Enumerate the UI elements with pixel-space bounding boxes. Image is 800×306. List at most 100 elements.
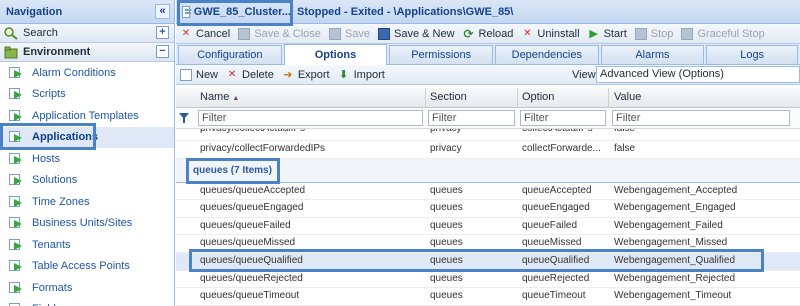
table-row[interactable]: queues/queueFailed queues queueFailed Weben… (176, 218, 800, 236)
table-row[interactable]: queues/queueMissed queues queueMissed Weben… (176, 235, 800, 253)
name-cell: queues/queueQualified (200, 254, 303, 266)
sidebar-item-fields[interactable]: Fields (0, 299, 174, 306)
name-cell: privacy/collectForwardedIPs (200, 143, 326, 154)
export-label: Export (297, 68, 330, 81)
view-select[interactable]: Advanced View (Options) (596, 66, 800, 83)
sidebar-item-alarm-conditions[interactable]: Alarm Conditions (0, 62, 174, 84)
cancel-label: Cancel (196, 27, 231, 40)
save-button[interactable]: Save (328, 25, 370, 43)
cancel-icon: ✕ (181, 27, 191, 39)
column-header-name[interactable]: Name ▲ (200, 91, 239, 103)
value-cell: Webengagement_Engaged (614, 202, 736, 214)
sidebar-item-applications[interactable]: Applications (0, 126, 174, 148)
environment-section[interactable]: Environment − (0, 43, 174, 62)
export-icon: ➜ (283, 68, 293, 81)
option-filter-input[interactable]: Filter (520, 110, 606, 126)
uninstall-icon: ✕ (523, 27, 532, 39)
column-header-value[interactable]: Value (614, 91, 641, 103)
name-cell: queues/queueMissed (200, 237, 296, 249)
tab-logs[interactable]: Logs (706, 45, 798, 64)
new-option-button[interactable]: New (180, 66, 218, 84)
collapse-minus-icon[interactable]: − (156, 45, 169, 58)
uninstall-label: Uninstall (537, 27, 580, 40)
table-row[interactable]: queues/queueTimeout queues queueTimeout Web… (176, 288, 800, 306)
column-divider[interactable] (517, 88, 518, 108)
delete-option-button[interactable]: ✕ Delete (226, 66, 274, 84)
sidebar-item-business-units-sites[interactable]: Business Units/Sites (0, 213, 174, 235)
navigation-header: Navigation « (0, 0, 174, 24)
value-cell: Webengagement_Rejected (614, 272, 736, 284)
table-row[interactable]: queues/queueQualified queues queueQualifie… (176, 252, 800, 271)
filter-icon (179, 113, 189, 123)
sidebar-item-time-zones[interactable]: Time Zones (0, 191, 174, 213)
sidebar-item-label: Solutions (32, 174, 78, 187)
sidebar-item-label: Alarm Conditions (32, 66, 116, 79)
sidebar-item-solutions[interactable]: Solutions (0, 170, 174, 192)
chevron-double-left-icon[interactable]: « (155, 4, 170, 19)
column-header-section[interactable]: Section (430, 91, 467, 103)
stop-button[interactable]: Stop (634, 25, 673, 43)
sidebar-item-tenants[interactable]: Tenants (0, 234, 174, 256)
start-label: Start (603, 27, 627, 40)
import-button[interactable]: ⬇ Import (338, 66, 385, 84)
sidebar-item-label: Scripts (32, 88, 66, 101)
name-cell: queues/queueRejected (200, 272, 303, 284)
column-header-option[interactable]: Option (522, 91, 554, 103)
section-filter-input[interactable]: Filter (428, 110, 515, 126)
section-cell: queues (430, 254, 463, 266)
sidebar-item-hosts[interactable]: Hosts (0, 148, 174, 170)
option-cell: queueQualified (522, 254, 590, 266)
tab-dependencies[interactable]: Dependencies (494, 45, 599, 64)
column-divider[interactable] (608, 88, 609, 108)
value-cell: Webengagement_Timeout (614, 290, 732, 302)
value-filter-input[interactable]: Filter (612, 110, 790, 126)
filter-row: Filter Filter Filter Filter (176, 108, 800, 129)
reload-button[interactable]: ⟳ Reload (463, 25, 513, 43)
graceful-stop-icon (681, 27, 694, 40)
save-close-button[interactable]: Save & Close (238, 25, 321, 43)
name-filter-input[interactable]: Filter (198, 110, 423, 126)
object-name: GWE_85_Cluster... (176, 0, 291, 24)
queues-group-header[interactable]: queues (7 Items) (176, 158, 800, 183)
tab-permissions[interactable]: Permissions (389, 45, 493, 64)
table-row[interactable]: queues/queueAccepted queues queueAccepted W… (176, 183, 800, 201)
table-row[interactable]: queues/queueRejected queues queueRejected W… (176, 271, 800, 289)
option-cell: queueFailed (522, 219, 578, 231)
tab-options[interactable]: Options (283, 44, 388, 65)
value-cell: Webengagement_Missed (614, 237, 728, 249)
graceful-stop-button[interactable]: Graceful Stop (681, 25, 765, 43)
group-label: queues (7 Items) (193, 164, 272, 176)
column-divider[interactable] (425, 88, 426, 108)
environment-items: Alarm Conditions Scripts Application Templ… (0, 62, 174, 306)
new-label: New (196, 68, 219, 81)
expand-plus-icon[interactable]: + (156, 26, 169, 39)
uninstall-button[interactable]: ✕ Uninstall (521, 25, 579, 43)
export-button[interactable]: ➜ Export (282, 66, 330, 84)
table-row[interactable]: privacy/collectForwardedIPs privacy collec… (176, 141, 800, 159)
cancel-button[interactable]: ✕ Cancel (180, 25, 230, 43)
sidebar-item-formats[interactable]: Formats (0, 277, 174, 299)
folder-node-icon (9, 238, 23, 251)
save-new-button[interactable]: Save & New (377, 25, 455, 43)
tab-configuration[interactable]: Configuration (178, 45, 282, 64)
sidebar-item-label: Tenants (32, 238, 71, 251)
grid-header: Name ▲ Section Option Value (176, 88, 800, 108)
sidebar-item-label: Hosts (32, 152, 61, 165)
option-cell: collectActualIPs (522, 129, 608, 134)
section-cell: queues (430, 219, 463, 231)
save-new-icon (377, 27, 390, 40)
tab-alarms[interactable]: Alarms (600, 45, 705, 64)
sidebar-item-scripts[interactable]: Scripts (0, 84, 174, 106)
sidebar-item-table-access-points[interactable]: Table Access Points (0, 256, 174, 278)
option-cell: queueAccepted (522, 184, 592, 196)
sidebar-item-label: Applications (32, 131, 99, 144)
search-section[interactable]: Search + (0, 24, 174, 43)
object-name-text: GWE_85_Cluster... (193, 5, 291, 18)
table-row[interactable]: privacy/collectActualIPs privacy collectAc… (176, 129, 800, 141)
sidebar-item-application-templates[interactable]: Application Templates (0, 105, 174, 127)
table-row[interactable]: queues/queueEngaged queues queueEngaged Web… (176, 200, 800, 218)
start-button[interactable]: ▶ Start (588, 25, 627, 43)
save-icon (328, 27, 341, 40)
graceful-stop-label: Graceful Stop (697, 27, 765, 40)
delete-label: Delete (242, 68, 274, 81)
